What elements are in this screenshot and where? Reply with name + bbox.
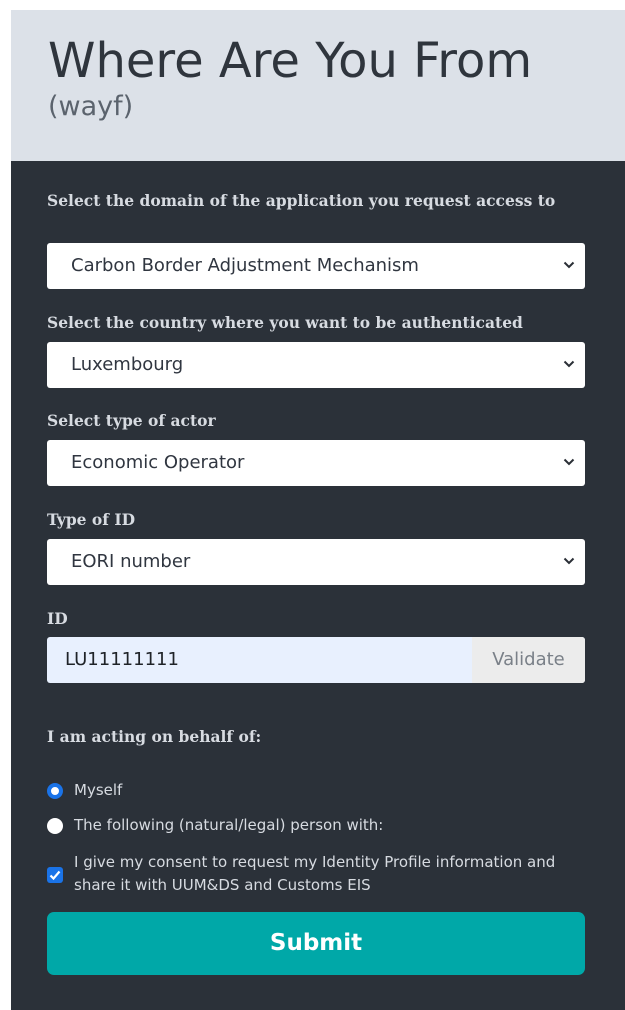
checkmark-icon: [49, 870, 61, 881]
option-other-label: The following (natural/legal) person wit…: [74, 816, 384, 834]
domain-label: Select the domain of the application you…: [47, 191, 556, 210]
radio-other-person[interactable]: [47, 818, 63, 834]
actor-select[interactable]: Economic Operator: [47, 440, 585, 486]
idtype-select-value: EORI number: [71, 551, 191, 572]
consent-text: I give my consent to request my Identity…: [74, 853, 556, 894]
chevron-down-icon: [563, 458, 575, 466]
country-label: Select the country where you want to be …: [47, 313, 523, 332]
option-myself-label: Myself: [74, 781, 123, 799]
domain-select-value: Carbon Border Adjustment Mechanism: [71, 255, 419, 276]
chevron-down-icon: [563, 360, 575, 368]
chevron-down-icon: [563, 261, 575, 269]
actor-label: Select type of actor: [47, 411, 216, 430]
domain-select[interactable]: Carbon Border Adjustment Mechanism: [47, 243, 585, 289]
id-label: ID: [47, 609, 68, 628]
page-header: Where Are You From (wayf): [11, 10, 625, 161]
idtype-select[interactable]: EORI number: [47, 539, 585, 585]
id-field-value[interactable]: LU11111111: [65, 637, 179, 683]
page-subtitle: (wayf): [48, 91, 134, 122]
id-field[interactable]: LU11111111 Validate: [47, 637, 585, 683]
chevron-down-icon: [563, 557, 575, 565]
submit-button[interactable]: Submit: [47, 912, 585, 975]
behalf-label: I am acting on behalf of:: [47, 727, 262, 746]
validate-button[interactable]: Validate: [472, 637, 585, 683]
actor-select-value: Economic Operator: [71, 452, 245, 473]
idtype-label: Type of ID: [47, 510, 136, 529]
page-title: Where Are You From: [48, 33, 533, 89]
country-select[interactable]: Luxembourg: [47, 342, 585, 388]
wayf-panel: Where Are You From (wayf) Select the dom…: [11, 10, 625, 1010]
country-select-value: Luxembourg: [71, 354, 184, 375]
radio-myself[interactable]: [47, 783, 63, 799]
form-body: Select the domain of the application you…: [11, 161, 625, 1010]
consent-checkbox[interactable]: [47, 867, 63, 883]
